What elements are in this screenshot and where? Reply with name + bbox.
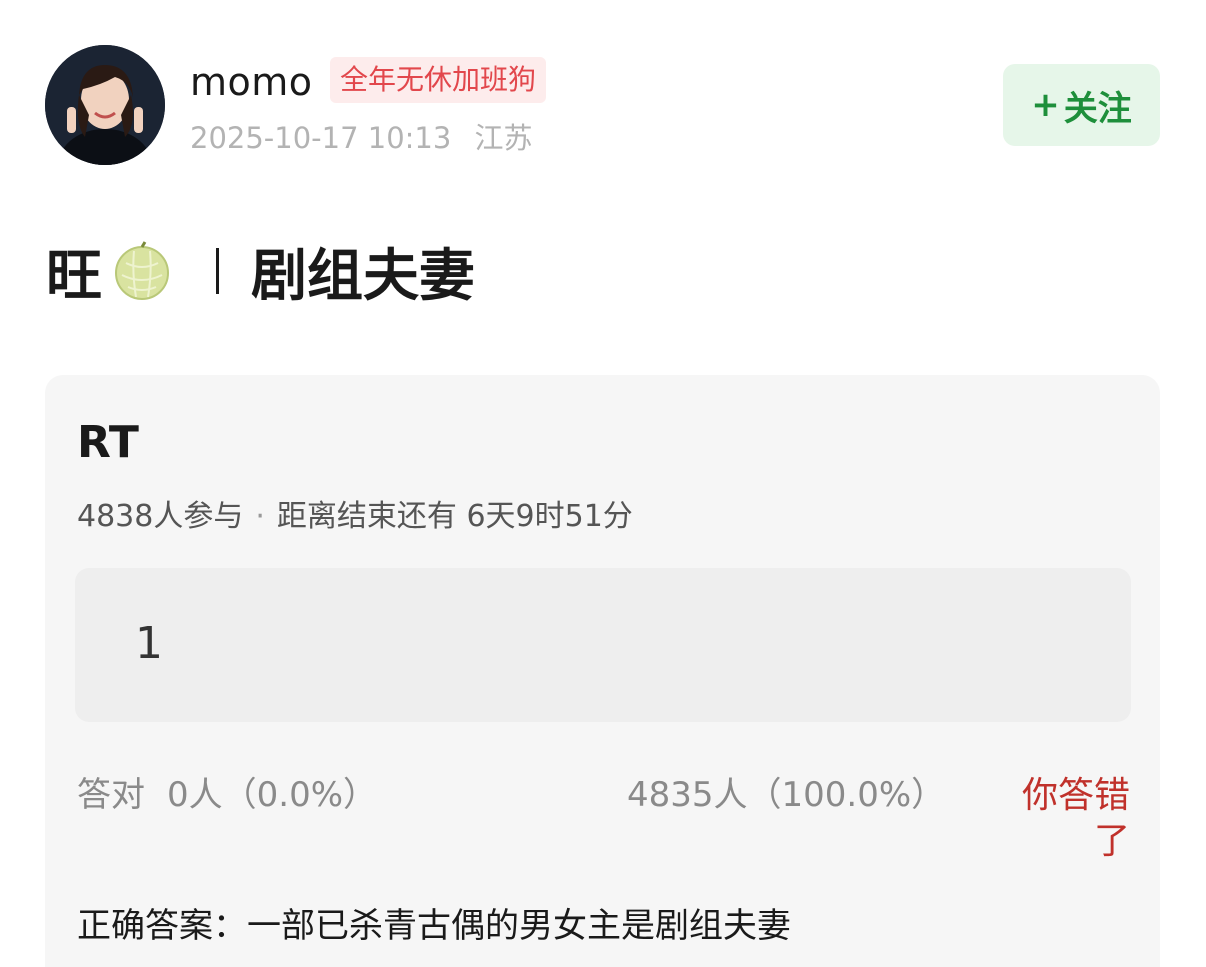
correct-result: 答对 0人（0.0%） [77, 773, 377, 817]
correct-label: 答对 [77, 775, 145, 815]
quiz-stats: 4838人参与 · 距离结束还有 6天9时51分 [77, 497, 633, 537]
follow-label: 关注 [1063, 88, 1132, 129]
plus-icon: + [1031, 85, 1060, 125]
post-title: 旺 剧组夫妻 [46, 236, 475, 309]
follow-button[interactable]: + 关注 [1003, 64, 1160, 146]
title-prefix: 旺 [46, 243, 102, 309]
correct-stat: 0人（0.0%） [167, 775, 378, 815]
answer-verdict: 你答错了 [1021, 775, 1130, 862]
title-divider [216, 248, 219, 294]
stats-separator: · [255, 499, 265, 534]
quiz-card: RT 4838人参与 · 距离结束还有 6天9时51分 1 答对 0人（0.0%） 4… [45, 375, 1160, 967]
quiz-option[interactable]: 1 [75, 568, 1131, 722]
participants-count: 4838人参与 [77, 499, 244, 534]
wrong-stat: 4835人（100.0%） [627, 775, 946, 815]
option-label: 1 [135, 618, 163, 669]
title-main: 剧组夫妻 [251, 243, 475, 309]
username[interactable]: momo [190, 58, 313, 106]
correct-answer-text: 正确答案：一部已杀青古偶的男女主是剧组夫妻 [77, 906, 791, 946]
user-title-badge: 全年无休加班狗 [330, 57, 547, 103]
time-left: 距离结束还有 6天9时51分 [276, 499, 633, 534]
melon-icon [115, 241, 169, 300]
post-location: 江苏 [474, 121, 533, 155]
avatar[interactable] [45, 45, 165, 165]
post-meta: 2025-10-17 10:13 江苏 [190, 118, 533, 158]
avatar-image [45, 45, 165, 165]
quiz-question: RT [77, 417, 139, 468]
post-page: momo 全年无休加班狗 2025-10-17 10:13 江苏 + 关注 旺 … [0, 0, 1206, 967]
post-timestamp: 2025-10-17 10:13 [190, 121, 452, 155]
